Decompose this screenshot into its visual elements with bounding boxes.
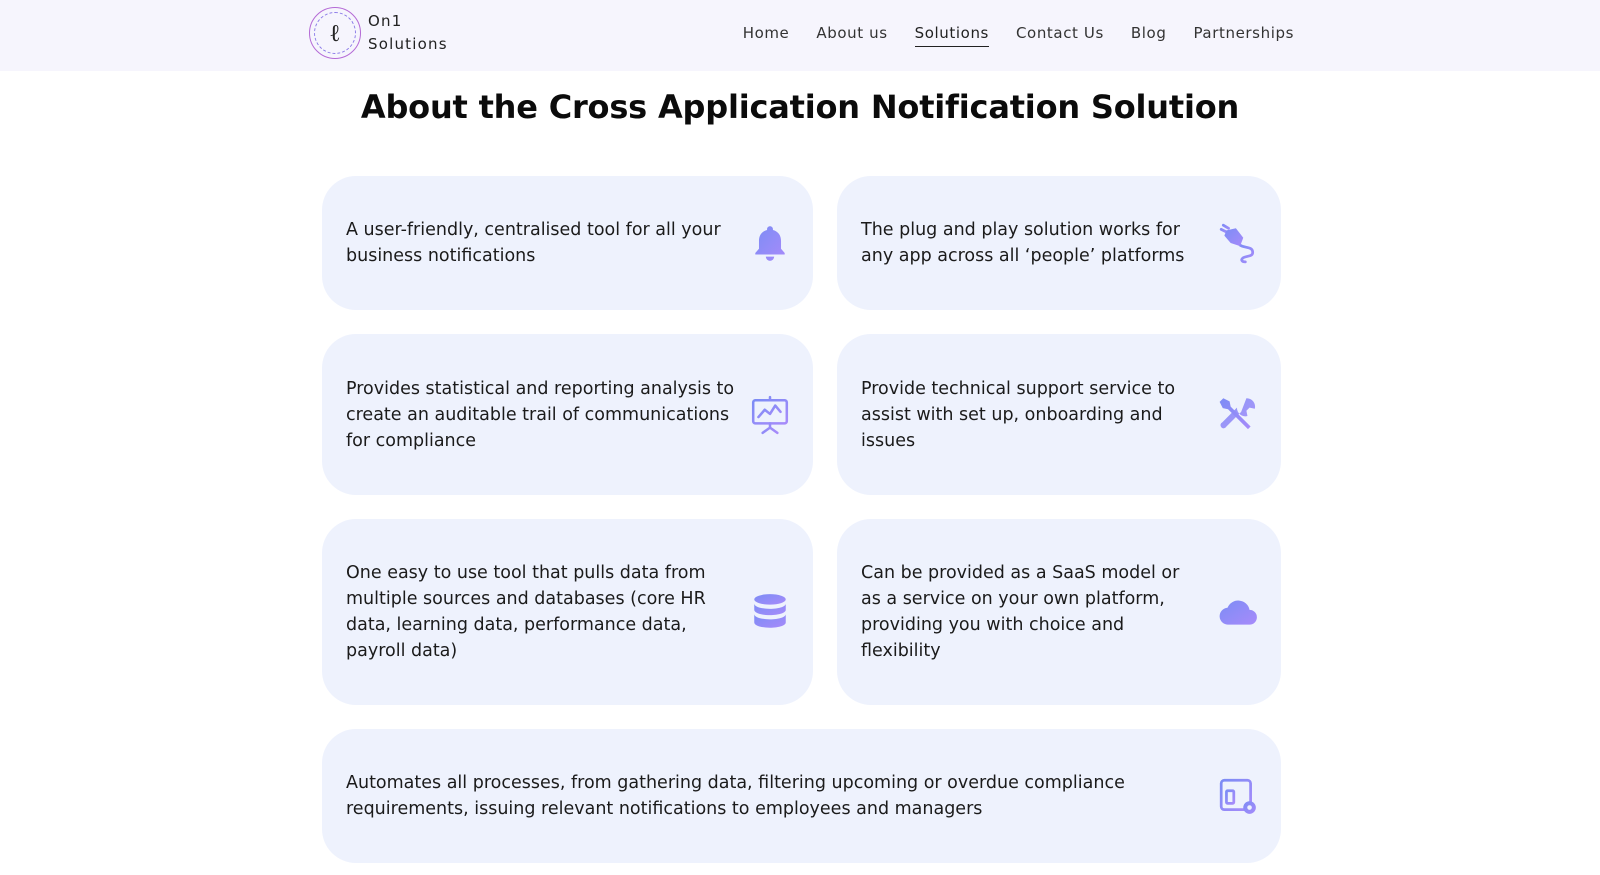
nav-blog[interactable]: Blog bbox=[1131, 24, 1167, 47]
cloud-icon bbox=[1217, 591, 1259, 633]
brand-line-2: Solutions bbox=[368, 35, 448, 53]
feature-card-plug-and-play: The plug and play solution works for any… bbox=[837, 176, 1281, 310]
feature-text: One easy to use tool that pulls data fro… bbox=[346, 563, 706, 661]
nav-about-us[interactable]: About us bbox=[816, 24, 887, 47]
nav-partnerships[interactable]: Partnerships bbox=[1193, 24, 1294, 47]
logo-mark: ℓ bbox=[329, 18, 341, 47]
feature-text: A user-friendly, centralised tool for al… bbox=[346, 220, 721, 266]
nav-contact-us[interactable]: Contact Us bbox=[1016, 24, 1104, 47]
site-header: ℓ On1 Solutions Home About us Solutions … bbox=[0, 0, 1600, 71]
presentation-chart-icon bbox=[749, 394, 791, 436]
feature-text: Automates all processes, from gathering … bbox=[346, 773, 1125, 819]
feature-text: Provides statistical and reporting analy… bbox=[346, 378, 735, 451]
nav-solutions[interactable]: Solutions bbox=[914, 24, 989, 47]
nav-home[interactable]: Home bbox=[743, 24, 790, 47]
feature-card-automation: Automates all processes, from gathering … bbox=[322, 729, 1281, 863]
on1-logo[interactable]: ℓ bbox=[309, 7, 361, 59]
feature-card-saas-model: Can be provided as a SaaS model or as a … bbox=[837, 519, 1281, 705]
settings-window-icon bbox=[1217, 775, 1259, 817]
feature-card-technical-support: Provide technical support service to ass… bbox=[837, 334, 1281, 495]
database-icon bbox=[749, 591, 791, 633]
feature-text: Provide technical support service to ass… bbox=[861, 378, 1176, 451]
feature-card-centralised-tool: A user-friendly, centralised tool for al… bbox=[322, 176, 813, 310]
brand-name[interactable]: On1 Solutions bbox=[368, 10, 448, 56]
page-title: About the Cross Application Notification… bbox=[360, 88, 1240, 126]
feature-card-data-sources: One easy to use tool that pulls data fro… bbox=[322, 519, 813, 705]
plug-icon bbox=[1217, 222, 1259, 264]
feature-card-reporting-analysis: Provides statistical and reporting analy… bbox=[322, 334, 813, 495]
bell-icon bbox=[749, 222, 791, 264]
feature-text: Can be provided as a SaaS model or as a … bbox=[861, 563, 1180, 661]
main-nav: Home About us Solutions Contact Us Blog … bbox=[743, 24, 1294, 47]
tools-icon bbox=[1217, 394, 1259, 436]
feature-text: The plug and play solution works for any… bbox=[861, 220, 1185, 266]
brand-line-1: On1 bbox=[368, 12, 403, 30]
